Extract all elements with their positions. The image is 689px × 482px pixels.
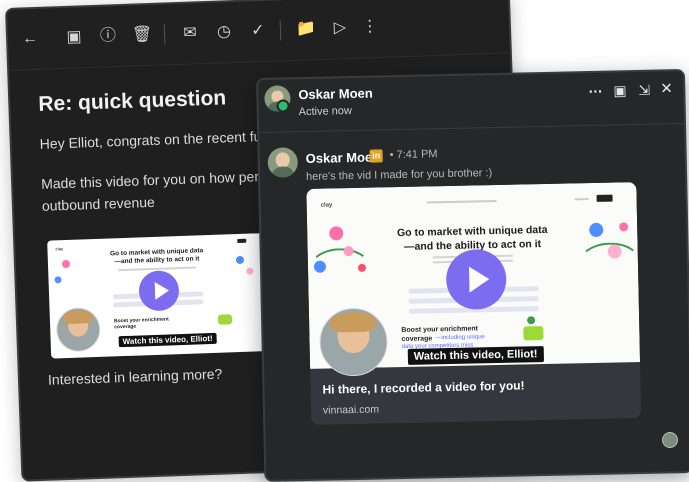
message-timestamp: • 7:41 PM <box>389 148 438 162</box>
flower-decoration <box>235 255 245 265</box>
more-vert-icon[interactable]: ⋮ <box>360 17 381 38</box>
thumbnail-page-preview: clay Go to market with unique data —and … <box>306 182 642 377</box>
flower-decoration <box>527 316 536 325</box>
preview-logo: clay <box>55 246 64 252</box>
flower-decoration <box>246 267 254 275</box>
video-thumbnail[interactable]: clay Go to market with unique data —and … <box>306 182 642 377</box>
chat-window: Oskar Moen Active now ⋯ ▣ ⇲ ✕ Oskar Moen… <box>256 69 689 482</box>
email-subject: Re: quick question <box>37 86 227 116</box>
email-toolbar: ← ▣ ⓘ 🗑 ✉ ◷ ✓ 📁 ▷ ⋮ <box>7 0 510 71</box>
label-icon[interactable]: ▷ <box>330 18 351 39</box>
preview-nav <box>574 198 589 201</box>
report-spam-icon[interactable]: ⓘ <box>98 26 119 47</box>
video-caption: Watch this video, Elliot! <box>118 332 217 348</box>
mark-unread-icon[interactable]: ✉ <box>180 23 201 44</box>
play-icon <box>468 266 490 293</box>
preview-nav <box>426 199 497 204</box>
header-divider <box>259 123 685 133</box>
video-caption: Watch this video, Elliot! <box>407 346 544 365</box>
thumbnail-page-preview: clay Go to market with unique data —and … <box>47 233 269 359</box>
card-boost-text: Boost your enrichment <box>401 325 479 335</box>
presenter-face <box>55 306 102 353</box>
preview-logo: clay <box>320 202 333 209</box>
preview-cta <box>237 238 247 244</box>
card-title[interactable]: Hi there, I recorded a video for you! <box>322 378 524 396</box>
watering-can-decoration <box>217 314 233 325</box>
toolbar-divider <box>163 24 166 45</box>
chat-contact-name[interactable]: Oskar Moen <box>298 86 373 103</box>
video-call-icon[interactable]: ▣ <box>613 82 627 98</box>
card-boost-text: —including unique <box>435 334 485 342</box>
chat-status: Active now <box>298 104 353 119</box>
preview-cta <box>596 194 613 202</box>
message-text: here's the vid I made for you brother :) <box>305 167 493 183</box>
toolbar-divider <box>279 20 282 41</box>
play-icon <box>154 281 170 300</box>
watering-can-decoration <box>523 326 544 341</box>
add-task-icon[interactable]: ✓ <box>248 21 269 42</box>
thumb-boost-text: Boost your enrichment coverage <box>113 316 169 331</box>
collapse-icon[interactable]: ⇲ <box>638 82 650 98</box>
video-link-card[interactable]: clay Go to market with unique data —and … <box>306 182 642 425</box>
back-arrow-icon[interactable]: ← <box>20 29 41 50</box>
linkedin-badge-icon: in <box>369 149 383 163</box>
move-to-icon[interactable]: 📁 <box>296 19 317 40</box>
flower-decoration <box>589 222 604 238</box>
floating-avatar[interactable] <box>662 432 678 448</box>
card-boost-text: coverage <box>401 335 433 344</box>
delete-icon[interactable]: 🗑 <box>132 25 153 46</box>
flower-decoration <box>54 276 62 284</box>
card-url[interactable]: vinnaai.com <box>323 403 379 416</box>
archive-icon[interactable]: ▣ <box>64 27 85 48</box>
more-horiz-icon[interactable]: ⋯ <box>588 83 602 99</box>
close-icon[interactable]: ✕ <box>660 80 673 97</box>
sender-avatar[interactable] <box>267 147 299 178</box>
email-video-thumbnail[interactable]: clay Go to market with unique data —and … <box>47 233 270 359</box>
snooze-icon[interactable]: ◷ <box>214 22 235 43</box>
presenter-face <box>318 307 389 377</box>
online-status-dot <box>276 99 290 113</box>
